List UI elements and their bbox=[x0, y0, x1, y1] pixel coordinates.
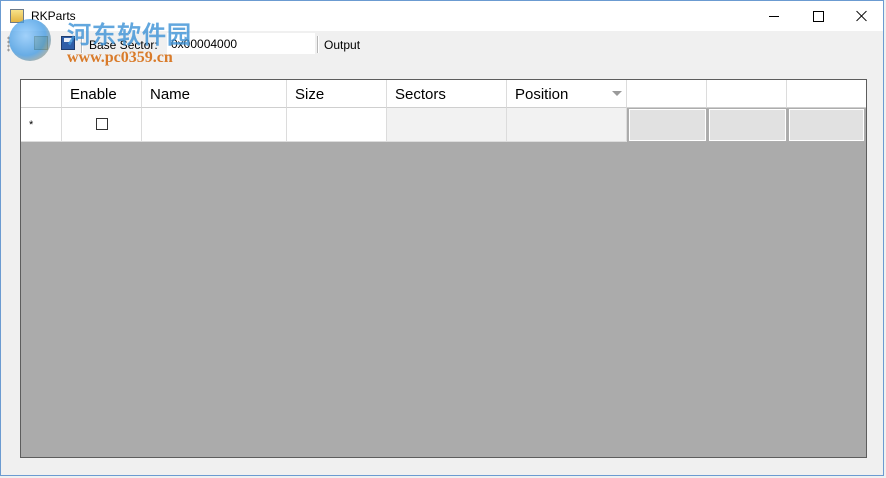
column-header-enable[interactable]: Enable bbox=[62, 80, 142, 108]
new-row-indicator: * bbox=[29, 119, 34, 131]
column-header-size[interactable]: Size bbox=[287, 80, 387, 108]
base-sector-label: Base Sector: bbox=[89, 38, 158, 52]
minimize-icon bbox=[769, 15, 779, 17]
cell-enable[interactable] bbox=[62, 108, 142, 142]
cell-button-2[interactable] bbox=[708, 108, 787, 142]
toolbar-grip[interactable] bbox=[7, 36, 10, 52]
enable-checkbox[interactable] bbox=[96, 118, 108, 130]
toolbar: Base Sector: Output bbox=[1, 31, 883, 57]
column-header-position-label: Position bbox=[515, 86, 569, 103]
column-header-extra-3[interactable] bbox=[787, 80, 866, 108]
title-bar[interactable]: RKParts bbox=[1, 1, 883, 31]
minimize-button[interactable] bbox=[751, 1, 797, 31]
cell-button-1[interactable] bbox=[628, 108, 707, 142]
save-icon[interactable] bbox=[61, 36, 75, 50]
column-header-extra-2[interactable] bbox=[707, 80, 787, 108]
cell-position[interactable] bbox=[507, 108, 627, 142]
sort-descending-icon bbox=[612, 91, 622, 96]
open-icon[interactable] bbox=[34, 36, 48, 50]
parts-grid[interactable]: Enable Name Size Sectors Position * bbox=[20, 79, 867, 458]
maximize-button[interactable] bbox=[795, 1, 841, 31]
row-header-new[interactable]: * bbox=[21, 108, 62, 142]
toolbar-separator bbox=[317, 36, 319, 53]
cell-sectors[interactable] bbox=[387, 108, 507, 142]
close-icon bbox=[856, 10, 868, 22]
column-header-name[interactable]: Name bbox=[142, 80, 287, 108]
toolbar-separator bbox=[81, 36, 83, 53]
app-icon bbox=[10, 9, 24, 23]
cell-name[interactable] bbox=[142, 108, 287, 142]
cell-size[interactable] bbox=[287, 108, 387, 142]
base-sector-input[interactable] bbox=[167, 33, 315, 54]
column-header-extra-1[interactable] bbox=[627, 80, 707, 108]
column-header-sectors[interactable]: Sectors bbox=[387, 80, 507, 108]
row-header-corner[interactable] bbox=[21, 80, 62, 108]
column-header-position[interactable]: Position bbox=[507, 80, 627, 108]
output-button[interactable]: Output bbox=[324, 38, 360, 52]
window-title: RKParts bbox=[31, 9, 76, 23]
app-window: RKParts Base Sector: Output 河东软件园 www.pc… bbox=[0, 0, 884, 476]
close-button[interactable] bbox=[839, 1, 885, 31]
maximize-icon bbox=[812, 10, 824, 22]
cell-button-3[interactable] bbox=[788, 108, 865, 142]
